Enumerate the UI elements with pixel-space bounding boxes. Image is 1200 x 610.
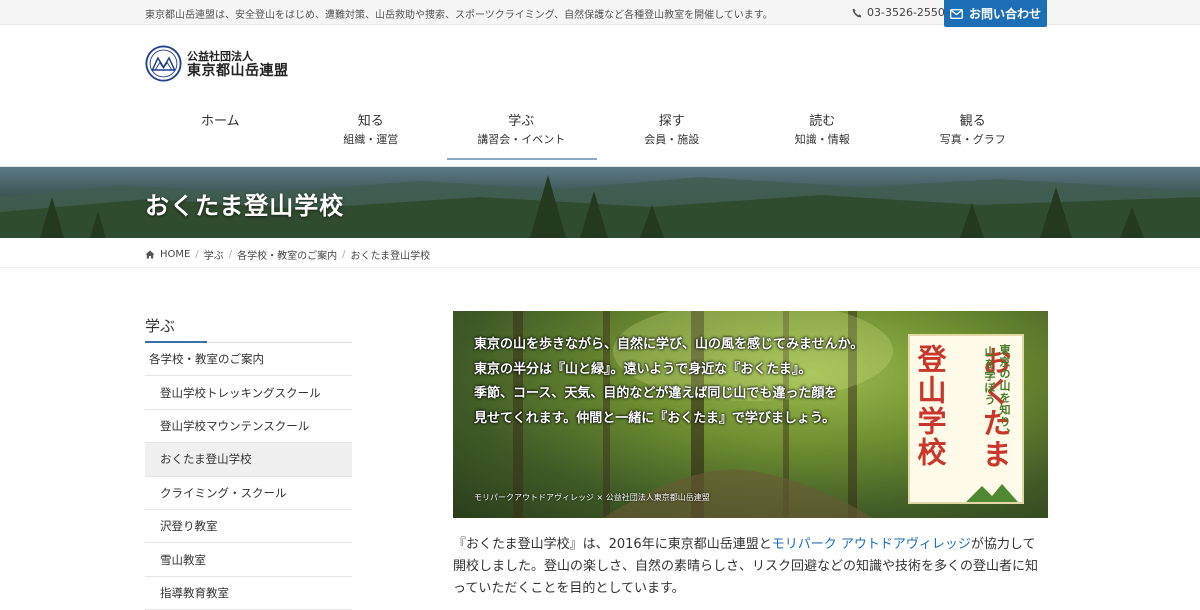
nav-learn[interactable]: 学ぶ 講習会・イベント — [446, 113, 597, 160]
nav-view-sub: 写真・グラフ — [939, 133, 1006, 146]
nav-home-label: ホーム — [200, 114, 240, 129]
site-description: 東京都山岳連盟は、安全登山をはじめ、遭難対策、山岳救助や捜索、スポーツクライミン… — [145, 10, 773, 21]
nav-search-label: 探す — [658, 114, 685, 129]
breadcrumb-separator: / — [228, 249, 233, 260]
federation-emblem-icon — [145, 45, 182, 82]
sidebar-item-snow-mountain[interactable]: 雪山教室 — [145, 543, 352, 577]
logo-vertical-know: 東京の山を知り、 — [998, 344, 1011, 440]
nav-search-sub: 会員・施設 — [644, 133, 700, 146]
phone-number[interactable]: 03-3526-2550 — [852, 6, 945, 19]
breadcrumb-current: おくたま登山学校 — [350, 251, 431, 262]
nav-view[interactable]: 観る 写真・グラフ — [898, 113, 1049, 154]
breadcrumb-home[interactable]: HOME — [160, 249, 190, 260]
contact-label: お問い合わせ — [968, 7, 1041, 21]
sidebar-item-climbing-school[interactable]: クライミング・スクール — [145, 477, 352, 510]
banner-text: 東京の山を歩きながら、自然に学び、山の風を感じてみませんか。 東京の半分は『山と… — [474, 333, 863, 431]
sidebar-item-mountain-school[interactable]: 登山学校マウンテンスクール — [145, 410, 352, 444]
banner-credit: モリパークアウトドアヴィレッジ × 公益社団法人東京都山岳連盟 — [474, 493, 710, 502]
site-logo[interactable]: 公益社団法人 東京都山岳連盟 — [145, 45, 289, 82]
mail-icon — [950, 8, 963, 19]
mountain-icon — [966, 484, 1018, 502]
okutama-school-logo: 登山学校 おくたま 山を学ぼう 東京の山を知り、 — [908, 334, 1024, 504]
nav-view-label: 観る — [959, 114, 986, 129]
sidebar-item-school-guide[interactable]: 各学校・教室のご案内 — [145, 343, 352, 377]
banner-line-2: 東京の半分は『山と緑』。遠いようで身近な『おくたま』。 — [474, 361, 812, 377]
site-header: 公益社団法人 東京都山岳連盟 ホーム 知る 組織・運営 学ぶ 講習会・イベント … — [0, 25, 1200, 167]
sidebar-item-stream-climbing[interactable]: 沢登り教室 — [145, 510, 352, 544]
home-icon — [145, 250, 155, 259]
breadcrumb-learn[interactable]: 学ぶ — [204, 247, 224, 262]
global-nav: ホーム 知る 組織・運営 学ぶ 講習会・イベント 探す 会員・施設 読む 知識・… — [145, 113, 1049, 160]
logo-subtitle: 公益社団法人 — [187, 49, 253, 63]
nav-read-label: 読む — [809, 114, 836, 129]
phone-text: 03-3526-2550 — [867, 6, 945, 19]
nav-know[interactable]: 知る 組織・運営 — [296, 113, 447, 154]
breadcrumb-separator: / — [342, 249, 346, 260]
nav-know-label: 知る — [357, 114, 384, 129]
logo-vertical-learn: 山を学ぼう — [983, 346, 996, 406]
nav-search[interactable]: 探す 会員・施設 — [597, 113, 748, 154]
sidebar-item-okutama-school[interactable]: おくたま登山学校 — [145, 443, 352, 477]
sidebar-item-instructor-training[interactable]: 指導教育教室 — [145, 577, 352, 610]
nav-home[interactable]: ホーム — [145, 113, 296, 154]
page-hero: おくたま登山学校 — [0, 167, 1200, 238]
nav-learn-label: 学ぶ — [508, 114, 535, 129]
breadcrumb-schools[interactable]: 各学校・教室のご案内 — [237, 247, 337, 262]
okutama-banner: 東京の山を歩きながら、自然に学び、山の風を感じてみませんか。 東京の半分は『山と… — [453, 311, 1048, 518]
nav-know-sub: 組織・運営 — [343, 133, 399, 146]
banner-line-4: 見せてくれます。仲間と一緒に『おくたま』で学びましょう。 — [474, 410, 836, 426]
intro-text-start: 『おくたま登山学校』は、2016年に東京都山岳連盟と — [453, 537, 772, 552]
page-title: おくたま登山学校 — [145, 192, 345, 220]
phone-icon — [852, 8, 862, 17]
sidebar: 学ぶ 各学校・教室のご案内 登山学校トレッキングスクール 登山学校マウンテンスク… — [145, 313, 352, 610]
banner-line-3: 季節、コース、天気、目的などが違えば同じ山でも違った顔を — [474, 386, 838, 401]
intro-paragraph: 『おくたま登山学校』は、2016年に東京都山岳連盟とモリパーク アウトドアヴィレ… — [453, 534, 1048, 600]
top-bar: 東京都山岳連盟は、安全登山をはじめ、遭難対策、山岳救助や捜索、スポーツクライミン… — [0, 0, 1200, 27]
sidebar-item-trekking-school[interactable]: 登山学校トレッキングスクール — [145, 376, 352, 410]
nav-read-sub: 知識・情報 — [794, 133, 850, 146]
nav-read[interactable]: 読む 知識・情報 — [747, 113, 898, 154]
sidebar-title: 学ぶ — [145, 313, 352, 343]
contact-button[interactable]: お問い合わせ — [944, 0, 1047, 27]
logo-title: 東京都山岳連盟 — [187, 62, 289, 79]
mori-park-link[interactable]: モリパーク アウトドアヴィレッジ — [772, 537, 971, 552]
nav-learn-sub: 講習会・イベント — [477, 133, 566, 146]
breadcrumb: HOME / 学ぶ / 各学校・教室のご案内 / おくたま登山学校 — [0, 238, 1200, 268]
breadcrumb-separator: / — [195, 249, 199, 260]
logo-vertical-school: 登山学校 — [913, 344, 947, 468]
banner-line-1: 東京の山を歩きながら、自然に学び、山の風を感じてみませんか。 — [474, 337, 864, 352]
